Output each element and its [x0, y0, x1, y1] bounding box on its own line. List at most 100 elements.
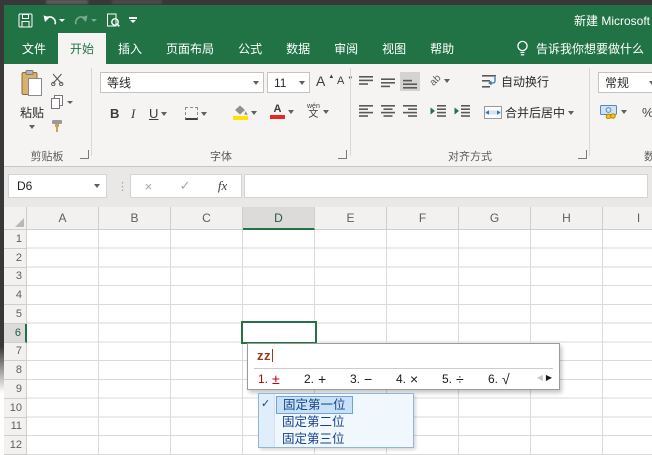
tab-insert[interactable]: 插入 — [106, 33, 154, 64]
column-header-e[interactable]: E — [315, 207, 387, 230]
font-dialog-launcher-icon[interactable] — [338, 150, 347, 159]
insert-function-button[interactable]: fx — [218, 178, 227, 194]
row-header-7[interactable]: 7 — [4, 342, 27, 362]
ime-candidate-4[interactable]: 4. × — [396, 371, 442, 387]
font-name-combo[interactable]: 等线 — [100, 72, 264, 93]
tell-me-box[interactable]: 告诉我你想要做什么 — [516, 33, 652, 64]
customize-qat-icon[interactable] — [129, 17, 137, 23]
name-box[interactable]: D6 — [8, 174, 107, 198]
cancel-button[interactable]: × — [145, 179, 153, 194]
ime-candidate-2[interactable]: 2. + — [304, 371, 350, 387]
orientation-dropdown-icon[interactable] — [444, 78, 451, 83]
clipboard-dialog-launcher-icon[interactable] — [80, 150, 89, 159]
number-format-combo[interactable]: 常规 — [598, 72, 652, 93]
alignment-dialog-launcher-icon[interactable] — [578, 150, 587, 159]
ime-candidate-3[interactable]: 3. − — [350, 371, 396, 387]
save-icon[interactable] — [18, 13, 33, 28]
paste-button[interactable]: 粘贴 — [10, 70, 54, 144]
tab-help[interactable]: 帮助 — [418, 33, 466, 64]
font-name-dropdown-icon[interactable] — [253, 80, 259, 85]
column-header-c[interactable]: C — [171, 207, 243, 230]
italic-button[interactable]: I — [131, 106, 135, 122]
column-header-d[interactable]: D — [243, 207, 315, 230]
column-header-b[interactable]: B — [99, 207, 171, 230]
column-header-a[interactable]: A — [27, 207, 99, 230]
font-size-combo[interactable]: 11 — [267, 72, 310, 93]
align-right-button[interactable] — [400, 101, 420, 120]
tab-file[interactable]: 文件 — [10, 33, 58, 64]
merge-center-dropdown-icon[interactable] — [568, 110, 575, 115]
accounting-format-button[interactable] — [600, 105, 627, 119]
row-header-6[interactable]: 6 — [4, 323, 27, 343]
formula-input[interactable] — [244, 174, 648, 198]
copy-button[interactable] — [51, 95, 73, 109]
ime-prev-page-icon[interactable]: ◀ — [537, 373, 543, 382]
row-header-2[interactable]: 2 — [4, 248, 27, 268]
enter-button[interactable]: ✓ — [180, 178, 191, 194]
align-top-button[interactable] — [356, 72, 376, 91]
underline-button[interactable]: U — [149, 106, 168, 121]
tab-view[interactable]: 视图 — [370, 33, 418, 64]
row-header-12[interactable]: 12 — [4, 436, 27, 455]
row-header-9[interactable]: 9 — [4, 380, 27, 399]
row-header-1[interactable]: 1 — [4, 230, 27, 249]
grow-font-button[interactable]: A ▲ — [316, 74, 334, 88]
column-header-h[interactable]: H — [531, 207, 603, 230]
tab-formulas[interactable]: 公式 — [226, 33, 274, 64]
ime-candidate-6[interactable]: 6. √ — [488, 371, 534, 387]
tab-home[interactable]: 开始 — [58, 33, 107, 64]
bold-button[interactable]: B — [110, 106, 119, 121]
align-middle-button[interactable] — [378, 72, 398, 91]
fill-color-dropdown-icon[interactable] — [251, 110, 257, 115]
borders-button[interactable] — [185, 107, 207, 120]
column-header-f[interactable]: F — [387, 207, 459, 230]
undo-button[interactable] — [42, 14, 65, 27]
selected-cell-d6[interactable] — [241, 321, 317, 344]
row-header-3[interactable]: 3 — [4, 267, 27, 287]
phonetic-dropdown-icon[interactable] — [322, 109, 329, 114]
formula-bar-grip-icon[interactable]: ⋮ — [117, 180, 128, 193]
ime-next-page-icon[interactable]: ▶ — [546, 373, 552, 382]
align-bottom-button[interactable] — [400, 72, 420, 91]
undo-dropdown-icon[interactable] — [59, 18, 65, 22]
row-header-8[interactable]: 8 — [4, 361, 27, 380]
ime-menu-item-fix-third[interactable]: 固定第三位 — [276, 431, 351, 447]
column-header-i[interactable]: I — [603, 207, 652, 230]
print-preview-icon[interactable] — [106, 13, 120, 28]
increase-indent-button[interactable] — [452, 101, 472, 120]
accounting-dropdown-icon[interactable] — [621, 110, 627, 114]
column-header-g[interactable]: G — [459, 207, 531, 230]
select-all-corner[interactable] — [4, 207, 27, 230]
tab-data[interactable]: 数据 — [274, 33, 322, 64]
underline-dropdown-icon[interactable] — [161, 111, 168, 116]
borders-dropdown-icon[interactable] — [201, 111, 207, 116]
tab-page-layout[interactable]: 页面布局 — [154, 33, 226, 64]
row-header-5[interactable]: 5 — [4, 305, 27, 324]
ime-menu-item-fix-first[interactable]: 固定第一位 — [276, 396, 353, 414]
name-box-dropdown-icon[interactable] — [94, 184, 100, 188]
align-center-button[interactable] — [378, 101, 398, 120]
paste-dropdown-icon[interactable] — [29, 125, 35, 129]
ime-candidate-1[interactable]: 1. ± — [258, 371, 304, 387]
tab-review[interactable]: 审阅 — [322, 33, 370, 64]
decrease-indent-button[interactable] — [428, 101, 448, 120]
redo-button[interactable] — [74, 14, 97, 27]
ime-candidate-5[interactable]: 5. ÷ — [442, 371, 488, 387]
row-header-11[interactable]: 11 — [4, 417, 27, 437]
font-color-button[interactable]: A — [270, 104, 294, 119]
font-size-dropdown-icon[interactable] — [299, 80, 305, 85]
align-left-button[interactable] — [356, 101, 376, 120]
row-header-10[interactable]: 10 — [4, 398, 27, 418]
fill-color-button[interactable] — [232, 105, 257, 120]
redo-dropdown-icon[interactable] — [91, 18, 97, 22]
row-header-4[interactable]: 4 — [4, 286, 27, 305]
font-color-dropdown-icon[interactable] — [288, 109, 294, 114]
wrap-text-button[interactable]: 自动换行 — [482, 73, 549, 90]
orientation-button[interactable]: ab — [428, 73, 451, 88]
cut-button[interactable] — [51, 73, 64, 86]
format-painter-button[interactable] — [51, 119, 64, 133]
ime-menu-item-fix-second[interactable]: 固定第二位 — [276, 414, 351, 430]
merge-center-button[interactable]: 合并后居中 — [484, 104, 575, 121]
percent-style-button[interactable]: % — [642, 105, 652, 120]
phonetic-guide-button[interactable]: wén 文 — [307, 103, 329, 120]
